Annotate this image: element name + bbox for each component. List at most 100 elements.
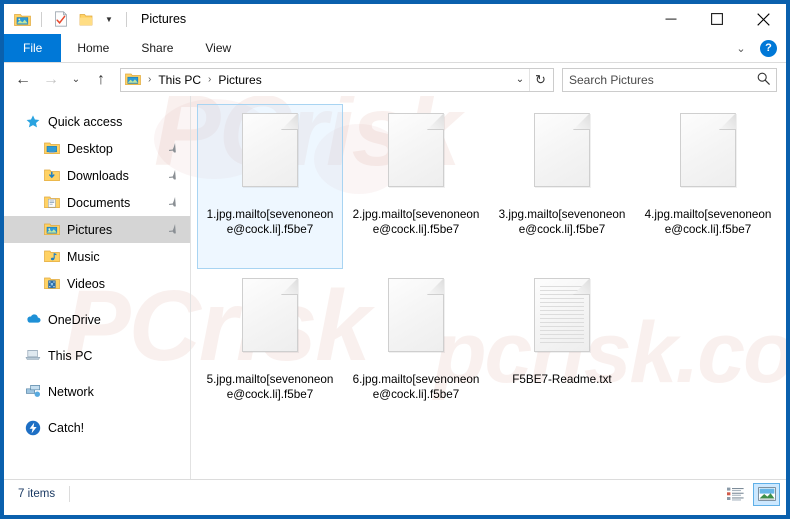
search-input[interactable] [569,72,757,87]
quick-access-toolbar: ▼ [12,9,131,29]
network-icon [25,384,41,400]
file-name-label: 5.jpg.mailto[sevenoneone@cock.li].f5be7 [206,373,334,401]
breadcrumb-dropdown-icon[interactable]: ⌄ [511,74,529,85]
search-box[interactable] [562,67,777,92]
breadcrumb-item-pictures[interactable]: Pictures [216,72,263,88]
pictures-folder-icon[interactable] [12,9,32,29]
search-icon[interactable] [757,72,770,88]
file-item[interactable]: 6.jpg.mailto[sevenoneone@cock.li].f5be7 [343,269,489,434]
file-grid: 1.jpg.mailto[sevenoneone@cock.li].f5be7 … [197,104,786,434]
sidebar-item-pictures[interactable]: Pictures [4,216,190,243]
ribbon-right-controls: ⌄ ? [732,34,786,62]
folder-pictures-icon [44,222,60,238]
address-bar: ← → ⌄ ↑ › This PC › Pictures ⌄ ↻ [4,63,786,96]
help-icon[interactable]: ? [760,39,777,57]
sidebar-item-label: Network [48,384,94,399]
breadcrumb: › This PC › Pictures [125,72,511,88]
explorer-body: Quick access Desktop Downloads Documents… [4,96,786,479]
sidebar-item-label: Desktop [67,141,113,156]
file-item[interactable]: 3.jpg.mailto[sevenoneone@cock.li].f5be7 [489,104,635,269]
folder-music-icon [44,249,60,265]
status-bar: 7 items [4,479,786,508]
file-icon-wrap [528,111,596,203]
window-title: Pictures [141,12,187,26]
up-button[interactable]: ↑ [88,68,114,92]
tab-file[interactable]: File [4,34,62,62]
sidebar-item-onedrive[interactable]: OneDrive [4,306,190,333]
sidebar-item-videos[interactable]: Videos [4,270,190,297]
close-button[interactable] [740,4,786,34]
file-icon-wrap [382,111,450,203]
file-name-label: 3.jpg.mailto[sevenoneone@cock.li].f5be7 [498,208,626,236]
file-name-label: F5BE7-Readme.txt [512,373,612,386]
sidebar-item-network[interactable]: Network [4,378,190,405]
file-explorer-window: PCrisk PCrisk pcrisk.com [0,0,790,519]
file-icon-wrap [236,276,304,368]
breadcrumb-separator: › [208,74,212,85]
sidebar-item-music[interactable]: Music [4,243,190,270]
title-bar: ▼ Pictures [4,4,786,34]
file-name-label: 6.jpg.mailto[sevenoneone@cock.li].f5be7 [352,373,480,401]
sidebar-item-this-pc[interactable]: This PC [4,342,190,369]
tab-view[interactable]: View [189,34,247,62]
large-icons-view-button[interactable] [753,482,780,506]
file-item[interactable]: 2.jpg.mailto[sevenoneone@cock.li].f5be7 [343,104,489,269]
blank-file-icon [680,113,736,187]
sidebar-item-label: Pictures [67,222,113,237]
maximize-button[interactable] [694,4,740,34]
pin-icon[interactable] [164,167,181,185]
back-button[interactable]: ← [10,68,36,92]
file-item[interactable]: 4.jpg.mailto[sevenoneone@cock.li].f5be7 [635,104,781,269]
catch-icon [25,420,41,436]
sidebar-item-quick-access[interactable]: Quick access [4,108,190,135]
navigation-pane: Quick access Desktop Downloads Documents… [4,96,191,479]
tab-share[interactable]: Share [125,34,189,62]
folder-documents-icon [44,195,60,211]
file-icon-wrap [528,276,596,368]
file-item[interactable]: F5BE7-Readme.txt [489,269,635,434]
file-list-pane[interactable]: 1.jpg.mailto[sevenoneone@cock.li].f5be7 … [191,96,786,479]
blank-file-icon [388,278,444,352]
folder-downloads-icon [44,168,60,184]
sidebar-item-label: Catch! [48,420,85,435]
details-view-button[interactable] [722,483,749,506]
chevron-down-icon[interactable]: ▼ [101,10,117,28]
sidebar-item-desktop[interactable]: Desktop [4,135,190,162]
file-name-label: 4.jpg.mailto[sevenoneone@cock.li].f5be7 [644,208,772,236]
ribbon-tab-strip: File Home Share View ⌄ ? [4,34,786,63]
sidebar-item-downloads[interactable]: Downloads [4,162,190,189]
expand-ribbon-icon[interactable]: ⌄ [732,42,750,55]
blank-file-icon [242,113,298,187]
tab-home[interactable]: Home [61,34,125,62]
recent-locations-button[interactable]: ⌄ [66,68,86,92]
sidebar-item-catch[interactable]: Catch! [4,414,190,441]
file-icon-wrap [382,276,450,368]
blank-file-icon [388,113,444,187]
forward-button[interactable]: → [38,68,64,92]
blank-file-icon [242,278,298,352]
minimize-button[interactable] [648,4,694,34]
new-folder-icon[interactable] [76,9,96,29]
star-icon [25,114,41,130]
toolbar-divider [126,11,127,27]
toolbar-divider [41,11,42,27]
sidebar-item-documents[interactable]: Documents [4,189,190,216]
sidebar-item-label: Music [67,249,100,264]
sidebar-item-label: Videos [67,276,105,291]
this-pc-icon [25,348,41,364]
pin-icon[interactable] [164,140,181,158]
breadcrumb-bar[interactable]: › This PC › Pictures ⌄ ↻ [120,67,554,92]
refresh-icon[interactable]: ↻ [529,68,551,91]
pin-icon[interactable] [164,221,181,239]
file-icon-wrap [674,111,742,203]
file-name-label: 1.jpg.mailto[sevenoneone@cock.li].f5be7 [206,208,334,236]
file-item[interactable]: 5.jpg.mailto[sevenoneone@cock.li].f5be7 [197,269,343,434]
file-name-label: 2.jpg.mailto[sevenoneone@cock.li].f5be7 [352,208,480,236]
pin-icon[interactable] [164,194,181,212]
properties-icon[interactable] [51,9,71,29]
file-item[interactable]: 1.jpg.mailto[sevenoneone@cock.li].f5be7 [197,104,343,269]
breadcrumb-item-this-pc[interactable]: This PC [156,72,203,88]
